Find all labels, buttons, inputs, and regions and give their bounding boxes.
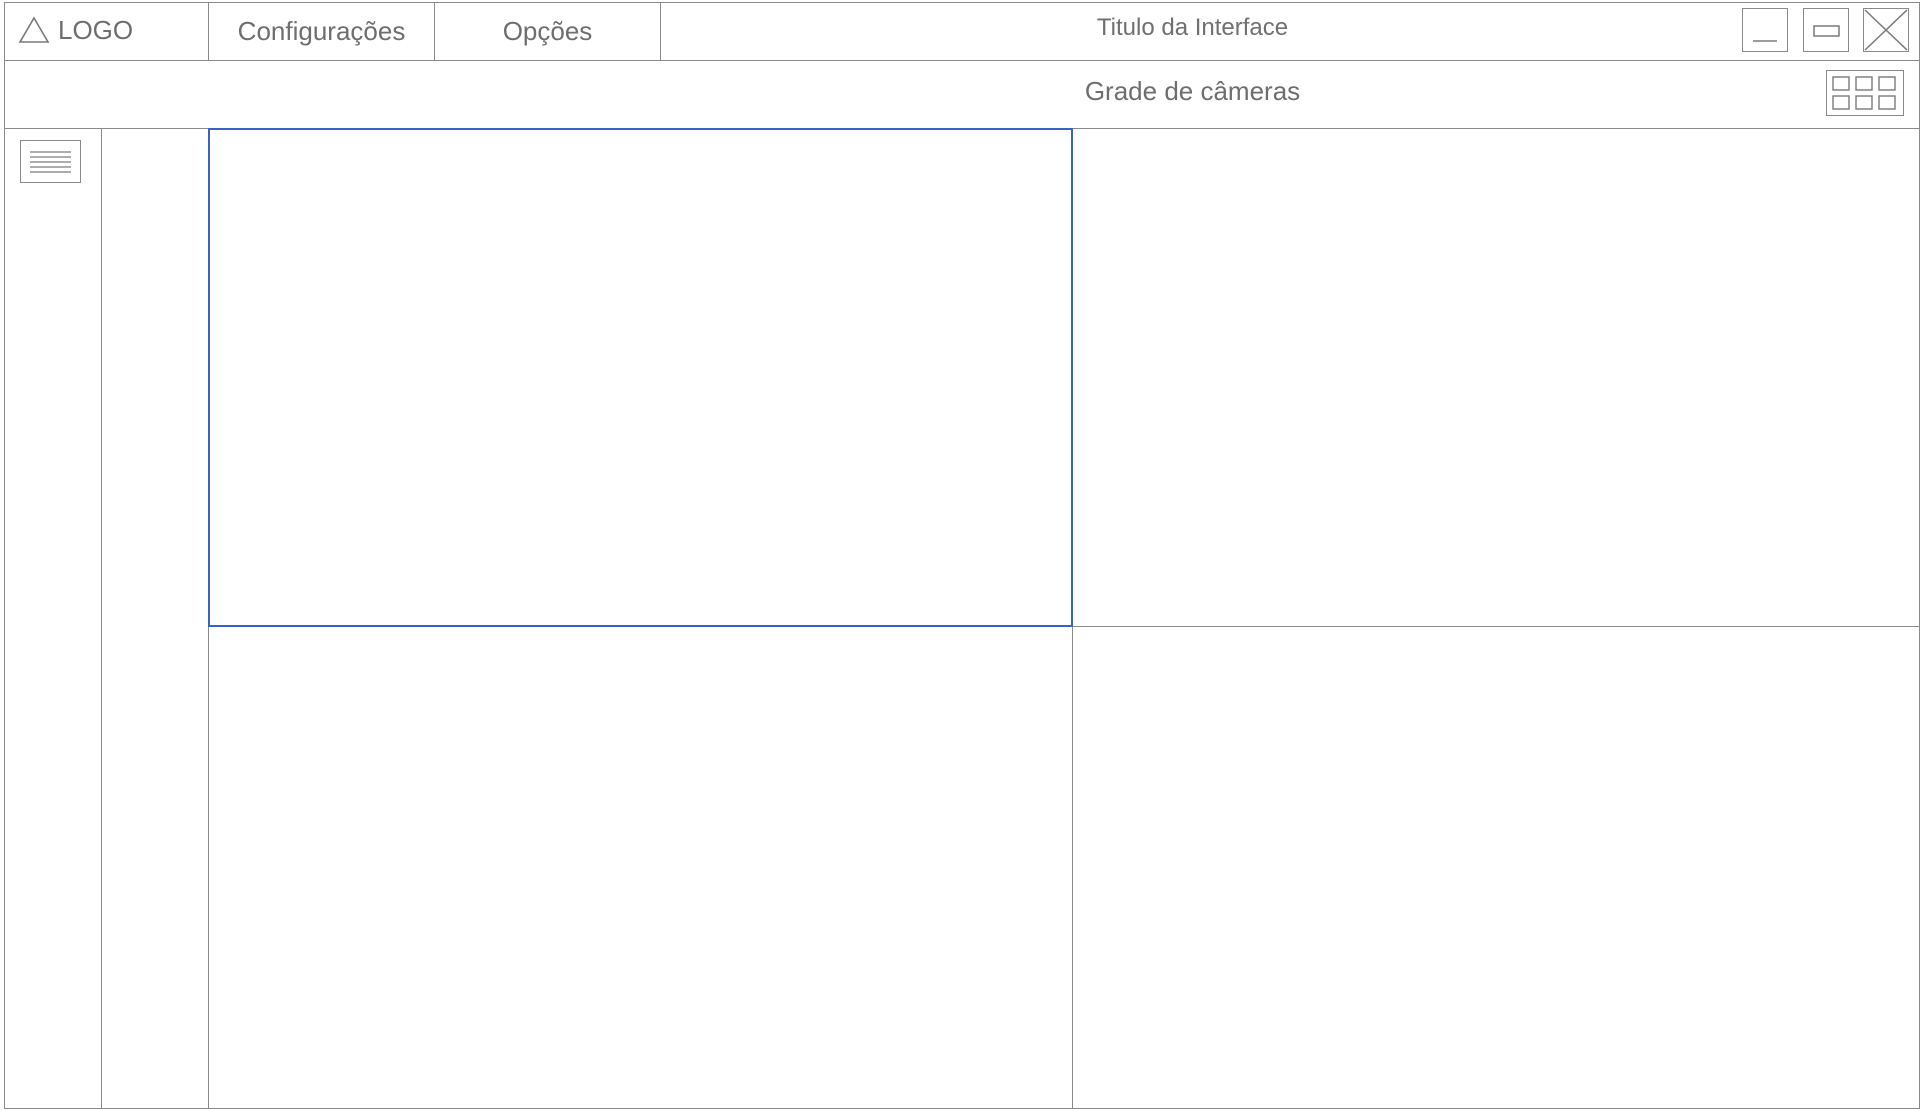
camera-view-1[interactable] [208, 128, 1073, 627]
maximize-icon [1813, 25, 1840, 37]
camera-view-4[interactable] [1072, 626, 1920, 1109]
maximize-button[interactable] [1803, 8, 1849, 52]
close-button[interactable] [1863, 8, 1909, 52]
sidebar-menu-button[interactable] [20, 140, 81, 183]
grid-layout-icon [1832, 76, 1896, 110]
menu-item-opcoes[interactable]: Opções [435, 2, 660, 60]
close-icon [1864, 9, 1908, 51]
minimize-button[interactable] [1742, 8, 1788, 52]
window-title: Titulo da Interface [1096, 14, 1289, 41]
logo-triangle-icon [18, 16, 50, 43]
menu-item-label: Configurações [237, 15, 406, 46]
menu-item-label: Opções [502, 15, 593, 46]
minimize-icon [1753, 40, 1777, 42]
grid-layout-button[interactable] [1826, 70, 1904, 116]
logo-label: LOGO [58, 14, 134, 45]
logo: LOGO [18, 12, 133, 48]
camera-view-2[interactable] [1072, 128, 1920, 627]
menu-item-configuracoes[interactable]: Configurações [209, 2, 434, 60]
camera-view-3[interactable] [208, 626, 1073, 1109]
camera-grid-title: Grade de câmeras [1084, 75, 1301, 106]
topbar-divider [4, 60, 1920, 61]
hamburger-menu-icon [30, 151, 71, 173]
side-panel [4, 128, 102, 1109]
